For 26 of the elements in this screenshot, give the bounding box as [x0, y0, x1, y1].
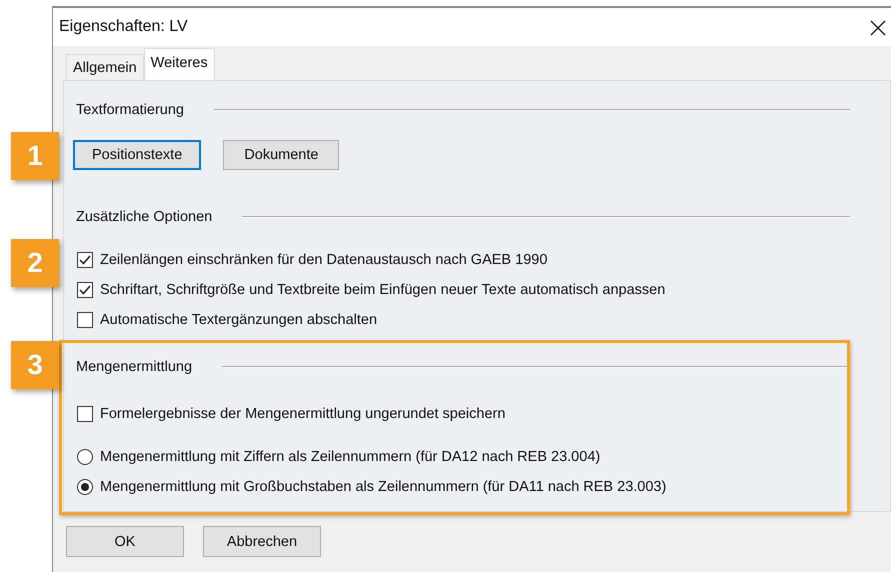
group-title: Mengenermittlung: [76, 359, 194, 375]
callout-number: 3: [11, 341, 59, 389]
callout-number: 1: [11, 132, 59, 180]
option-label: Automatische Textergänzungen abschalten: [100, 312, 378, 328]
checkbox[interactable]: [77, 406, 93, 422]
radio-button[interactable]: [77, 479, 93, 495]
group-title: Zusätzliche Optionen: [76, 209, 214, 225]
option-label: Schriftart, Schriftgröße und Textbreite beim Einfügen neuer Texte automatisch anpassen: [100, 282, 666, 298]
callout-number: 2: [11, 239, 59, 287]
checkbox[interactable]: [77, 252, 93, 268]
option-label: Formelergebnisse der Mengenermittlung ungerundet speichern: [100, 406, 506, 422]
dialog-button[interactable]: Abbrechen: [203, 526, 321, 557]
window-title: Eigenschaften: LV: [59, 18, 188, 36]
option-button[interactable]: Dokumente: [223, 140, 340, 170]
group-title: Textformatierung: [76, 102, 185, 118]
radio-button[interactable]: [77, 449, 93, 465]
option-label: Zeilenlängen einschränken für den Datenaustausch nach GAEB 1990: [100, 252, 548, 268]
option-button[interactable]: Positionstexte: [73, 140, 202, 170]
tab[interactable]: Weiteres: [144, 48, 215, 80]
close-icon[interactable]: [870, 20, 886, 36]
tab[interactable]: Allgemein: [66, 54, 144, 80]
option-label: Mengenermittlung mit Ziffern als Zeilennummern (für DA12 nach REB 23.004): [100, 449, 600, 465]
checkbox[interactable]: [77, 312, 93, 328]
dialog-button[interactable]: OK: [66, 526, 184, 557]
option-label: Mengenermittlung mit Großbuchstaben als Zeilennummern (für DA11 nach REB 23.003): [100, 479, 666, 495]
checkbox[interactable]: [77, 282, 93, 298]
